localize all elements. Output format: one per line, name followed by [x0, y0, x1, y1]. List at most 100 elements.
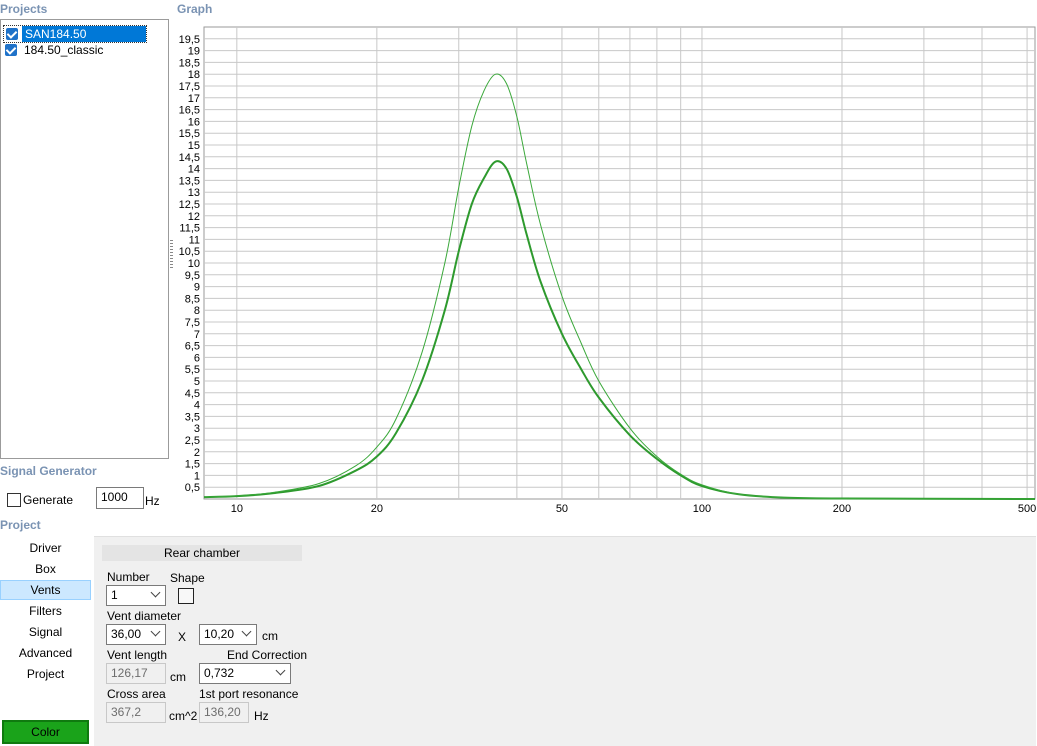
- checkbox-checked-icon[interactable]: [6, 28, 18, 40]
- chevron-down-icon: [275, 665, 286, 676]
- y-tick-label: 8,5: [185, 293, 200, 305]
- y-tick-label: 3,5: [185, 411, 200, 423]
- nav-item-signal[interactable]: Signal: [0, 622, 91, 642]
- projects-title: Projects: [0, 2, 48, 16]
- y-tick-label: 19,5: [179, 34, 200, 46]
- y-tick-label: 2,5: [185, 435, 200, 447]
- end-correction-select[interactable]: 0,732: [199, 663, 291, 684]
- y-tick-label: 9: [194, 282, 200, 294]
- graph-area[interactable]: 0,5 1 1,5 2 2,5 3 3,5 4 4,5 5 5,5 6 6,5 7 7,5 8 8,5 9 9,5 1…: [175, 19, 1036, 518]
- vents-settings-panel: Rear chamber Number Shape 1 Vent diamete…: [94, 536, 1036, 746]
- project-item-label: 184.50_classic: [24, 43, 104, 57]
- y-tick-label: 18: [188, 69, 200, 81]
- number-select[interactable]: 1: [106, 585, 166, 606]
- y-tick-label: 9,5: [185, 270, 200, 282]
- y-tick-label: 2: [194, 447, 200, 459]
- y-tick-label: 3: [194, 423, 200, 435]
- width-unit: cm: [262, 629, 278, 643]
- cross-area-unit: cm^2: [169, 709, 198, 723]
- vent-diameter-value: 36,00: [111, 627, 142, 641]
- y-tick-label: 7: [194, 329, 200, 341]
- y-tick-label: 13: [188, 187, 200, 199]
- y-tick-label: 5,5: [185, 364, 200, 376]
- y-tick-label: 6: [194, 352, 200, 364]
- projects-list[interactable]: SAN184.50 184.50_classic: [0, 19, 169, 459]
- y-tick-label: 16: [188, 116, 200, 128]
- x-tick-label: 500: [1018, 503, 1036, 515]
- x-tick-label: 20: [371, 503, 383, 515]
- x-label: X: [178, 630, 187, 644]
- project-section-title: Project: [0, 518, 41, 532]
- nav-item-box[interactable]: Box: [0, 559, 91, 579]
- generate-checkbox[interactable]: [7, 493, 21, 507]
- project-item-184-50-classic[interactable]: 184.50_classic: [3, 42, 106, 58]
- nav-item-advanced[interactable]: Advanced: [0, 643, 91, 663]
- cross-area-label: Cross area: [107, 687, 166, 701]
- port-resonance-label: 1st port resonance: [199, 687, 299, 701]
- frequency-input[interactable]: 1000: [96, 487, 144, 509]
- signal-generator-row: Generate 1000 Hz: [0, 485, 170, 515]
- response-chart: 0,511,522,533,544,555,566,577,588,599,51…: [179, 26, 1036, 515]
- y-tick-label: 14,5: [179, 152, 200, 164]
- y-tick-label: 12,5: [179, 199, 200, 211]
- vent-length-unit: cm: [170, 670, 186, 684]
- port-resonance-unit: Hz: [254, 709, 269, 723]
- project-item-label: SAN184.50: [22, 26, 147, 42]
- graph-title: Graph: [177, 2, 213, 16]
- y-tick-label: 11: [189, 234, 200, 246]
- y-tick-label: 1: [194, 470, 200, 482]
- y-tick-label: 17: [188, 93, 200, 105]
- signal-generator-title: Signal Generator: [0, 464, 97, 478]
- project-item-san184-50[interactable]: SAN184.50: [3, 25, 148, 43]
- vent-width-value: 10,20: [204, 627, 235, 641]
- end-correction-value: 0,732: [204, 666, 235, 680]
- y-tick-label: 19: [188, 46, 200, 58]
- vent-diameter-select[interactable]: 36,00: [106, 624, 166, 645]
- cross-area-field: 367,2: [106, 702, 166, 723]
- chevron-down-icon: [150, 587, 161, 598]
- splitter-handle[interactable]: [170, 240, 173, 270]
- y-tick-label: 11,5: [179, 223, 200, 235]
- number-select-value: 1: [111, 588, 118, 602]
- chamber-header: Rear chamber: [102, 545, 302, 561]
- port-resonance-field: 136,20: [199, 702, 249, 723]
- y-tick-label: 17,5: [179, 81, 200, 93]
- y-tick-label: 10: [188, 258, 200, 270]
- y-tick-label: 15: [188, 140, 200, 152]
- x-tick-label: 200: [833, 503, 851, 515]
- y-tick-label: 12: [188, 211, 200, 223]
- vent-width-select[interactable]: 10,20: [199, 624, 257, 645]
- y-tick-label: 1,5: [185, 459, 200, 471]
- nav-item-project[interactable]: Project: [0, 664, 91, 684]
- shape-square-icon[interactable]: [178, 588, 194, 604]
- vent-diameter-label: Vent diameter: [107, 609, 182, 623]
- color-button[interactable]: Color: [2, 720, 89, 744]
- x-tick-label: 50: [556, 503, 568, 515]
- y-tick-label: 13,5: [179, 175, 200, 187]
- y-tick-label: 18,5: [179, 57, 200, 69]
- nav-item-filters[interactable]: Filters: [0, 601, 91, 621]
- generate-label: Generate: [23, 493, 74, 507]
- x-tick-label: 100: [693, 503, 711, 515]
- y-tick-label: 8: [194, 305, 200, 317]
- y-tick-label: 14: [188, 164, 200, 176]
- shape-label: Shape: [170, 571, 205, 585]
- chevron-down-icon: [150, 626, 161, 637]
- y-tick-label: 4: [194, 400, 200, 412]
- y-tick-label: 15,5: [179, 128, 200, 140]
- checkbox-checked-icon[interactable]: [5, 44, 17, 56]
- number-label: Number: [107, 570, 150, 584]
- y-tick-label: 5: [194, 376, 200, 388]
- nav-item-vents[interactable]: Vents: [0, 580, 91, 600]
- y-tick-label: 6,5: [185, 341, 200, 353]
- vent-length-field: 126,17: [106, 663, 166, 684]
- y-tick-label: 4,5: [185, 388, 200, 400]
- y-tick-label: 10,5: [179, 246, 200, 258]
- x-tick-label: 10: [231, 503, 243, 515]
- x-axis-ticks: 10 20 50 100 200 500: [231, 503, 1036, 515]
- y-axis-ticks: 0,511,522,533,544,555,566,577,588,599,51…: [179, 34, 200, 494]
- chevron-down-icon: [241, 626, 252, 637]
- nav-item-driver[interactable]: Driver: [0, 538, 91, 558]
- end-correction-label: End Correction: [227, 648, 308, 662]
- frequency-unit: Hz: [145, 494, 160, 508]
